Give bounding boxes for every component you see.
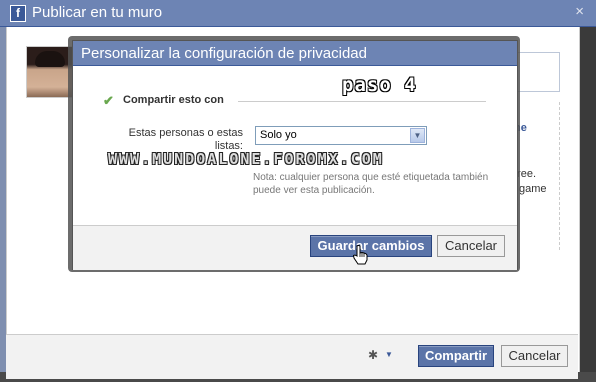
- background-text-fragment: game: [519, 183, 547, 195]
- privacy-modal-title: Personalizar la configuración de privaci…: [73, 41, 517, 66]
- facebook-logo-icon: f: [10, 5, 26, 22]
- cancel-button[interactable]: Cancelar: [437, 235, 505, 257]
- gear-icon[interactable]: ✱: [368, 348, 378, 362]
- post-textarea[interactable]: [515, 52, 560, 92]
- save-changes-button[interactable]: Guardar cambios: [310, 235, 432, 257]
- avatar: [26, 46, 74, 98]
- outer-dialog-title: Publicar en tu muro: [32, 4, 163, 21]
- checkmark-icon: ✔: [103, 93, 114, 108]
- outer-dialog-header: f Publicar en tu muro ×: [0, 0, 596, 27]
- share-section-label: Compartir esto con: [123, 94, 224, 106]
- hand-cursor-icon: [352, 245, 368, 265]
- background-right-strip: [578, 27, 596, 372]
- divider: [238, 101, 486, 102]
- tagged-note: Nota: cualquier persona que esté etiquet…: [253, 172, 489, 196]
- step-label-overlay: paso 4: [342, 74, 417, 96]
- close-icon[interactable]: ×: [575, 3, 584, 20]
- privacy-modal-footer: Guardar cambios Cancelar: [73, 225, 517, 270]
- outer-cancel-button[interactable]: Cancelar: [501, 345, 568, 367]
- privacy-select-value: Solo yo: [260, 129, 297, 141]
- watermark-overlay: WWW.MUNDOALONE.FOROMX.COM: [108, 150, 384, 168]
- share-button[interactable]: Compartir: [418, 345, 494, 367]
- chevron-down-icon[interactable]: ▼: [410, 128, 425, 143]
- privacy-select[interactable]: Solo yo ▼: [255, 126, 427, 145]
- chevron-down-icon[interactable]: ▼: [385, 350, 393, 359]
